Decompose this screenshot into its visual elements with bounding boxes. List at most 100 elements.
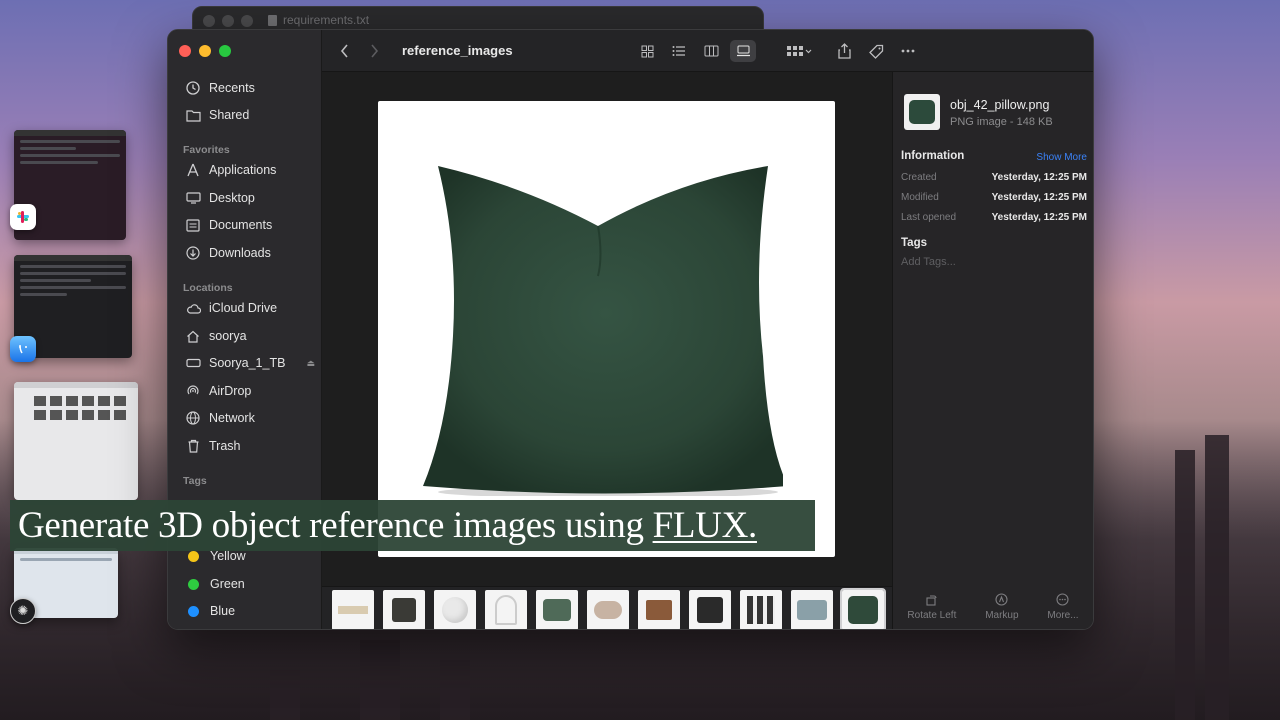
list-view-button[interactable] xyxy=(666,40,692,62)
slack-app-icon[interactable] xyxy=(10,204,36,230)
folder-title: reference_images xyxy=(402,43,513,58)
gallery-thumbnail[interactable] xyxy=(638,590,680,629)
eject-icon[interactable]: ⏏ xyxy=(306,358,315,369)
forward-button[interactable] xyxy=(364,41,384,61)
finder-app-icon[interactable] xyxy=(10,336,36,362)
grid-icon xyxy=(641,45,653,57)
globe-icon xyxy=(185,410,201,426)
sidebar-item-desktop[interactable]: Desktop xyxy=(185,187,315,209)
sidebar-item-shared[interactable]: Shared xyxy=(185,104,315,126)
preview-image[interactable] xyxy=(378,101,835,557)
gallery-thumbnail[interactable] xyxy=(587,590,629,629)
gallery-icon xyxy=(736,45,750,57)
tag-button[interactable] xyxy=(866,41,886,61)
markup-icon xyxy=(995,593,1008,606)
desktop-icon xyxy=(185,190,201,206)
sidebar-item-soorya[interactable]: soorya xyxy=(185,325,315,347)
wallpaper-tower xyxy=(1205,435,1229,720)
sidebar-item-documents[interactable]: Documents xyxy=(185,214,315,236)
sidebar-item-icloud-drive[interactable]: iCloud Drive xyxy=(185,297,315,319)
rotate-left-button[interactable]: Rotate Left xyxy=(907,593,956,621)
info-row-last-opened: Last opened Yesterday, 12:25 PM xyxy=(901,212,1087,223)
sidebar-item-downloads[interactable]: Downloads xyxy=(185,242,315,264)
caption-text: Generate 3D object reference images usin… xyxy=(18,505,758,546)
minimize-button[interactable] xyxy=(199,45,211,57)
window-controls xyxy=(179,45,231,57)
gallery-thumbnail[interactable] xyxy=(434,590,476,629)
tag-icon xyxy=(868,44,883,59)
column-view-button[interactable] xyxy=(698,40,724,62)
background-window-controls xyxy=(203,15,253,27)
share-button[interactable] xyxy=(834,41,854,61)
more-button[interactable]: More... xyxy=(1047,593,1079,621)
ellipsis-icon xyxy=(901,49,915,53)
info-inspector-panel: obj_42_pillow.png PNG image - 148 KB Inf… xyxy=(892,72,1093,629)
pillow-image xyxy=(423,166,783,496)
columns-icon xyxy=(704,45,718,57)
chevron-right-icon xyxy=(370,44,378,58)
sidebar-item-trash[interactable]: Trash xyxy=(185,435,315,457)
sidebar-item-network[interactable]: Network xyxy=(185,407,315,429)
file-kind: PNG image - 148 KB xyxy=(950,116,1053,128)
tag-color-dot xyxy=(188,550,199,562)
quick-actions: Rotate Left Markup More... xyxy=(893,593,1093,621)
sidebar-section-tags: Tags xyxy=(183,475,207,487)
info-row-created: Created Yesterday, 12:25 PM xyxy=(901,172,1087,183)
caption-link-flux[interactable]: FLUX. xyxy=(653,505,758,546)
tag-color-dot xyxy=(188,578,199,590)
clock-icon xyxy=(185,80,201,96)
wallpaper-tower xyxy=(270,670,300,720)
tag-color-dot xyxy=(188,605,199,617)
markup-button[interactable]: Markup xyxy=(985,593,1019,621)
info-row-modified: Modified Yesterday, 12:25 PM xyxy=(901,192,1087,203)
information-header: Information xyxy=(901,150,965,162)
file-name: obj_42_pillow.png xyxy=(950,98,1050,112)
more-actions-button[interactable] xyxy=(898,41,918,61)
sidebar-item-tag-green[interactable]: Green xyxy=(185,573,315,595)
sidebar-item-soorya-1-tb[interactable]: Soorya_1_TB ⏏ xyxy=(185,352,315,374)
gallery-thumbnail[interactable] xyxy=(383,590,425,629)
add-tags-input[interactable] xyxy=(901,256,1081,268)
show-more-link[interactable]: Show More xyxy=(1036,152,1087,163)
back-button[interactable] xyxy=(334,41,354,61)
more-icon xyxy=(1056,593,1070,606)
wallpaper-tower xyxy=(1175,450,1195,720)
cloud-icon xyxy=(185,300,201,316)
finder-toolbar: reference_images xyxy=(322,30,1093,72)
sidebar-item-airdrop[interactable]: AirDrop xyxy=(185,380,315,402)
download-icon xyxy=(185,245,201,261)
sidebar-item-applications[interactable]: Applications xyxy=(185,159,315,181)
gallery-view-button[interactable] xyxy=(730,40,756,62)
share-icon xyxy=(837,43,851,59)
file-thumbnail-icon xyxy=(904,94,940,130)
rotate-left-icon xyxy=(926,595,937,606)
chevron-left-icon xyxy=(340,44,348,58)
gallery-thumbnail[interactable] xyxy=(536,590,578,629)
tags-header: Tags xyxy=(901,237,927,249)
gallery-thumbnail[interactable] xyxy=(689,590,731,629)
wallpaper-tower xyxy=(360,640,400,720)
trash-icon xyxy=(185,438,201,454)
icon-view-button[interactable] xyxy=(634,40,660,62)
view-mode-selector xyxy=(634,40,756,62)
stage-manager-window-3[interactable] xyxy=(14,382,138,500)
airdrop-icon xyxy=(185,383,201,399)
folder-shared-icon xyxy=(185,107,201,123)
gallery-thumbnail-selected[interactable] xyxy=(840,588,886,629)
sidebar-item-tag-blue[interactable]: Blue xyxy=(185,600,315,622)
video-caption-banner: Generate 3D object reference images usin… xyxy=(10,500,815,551)
sidebar-section-favorites: Favorites xyxy=(183,144,230,156)
group-by-button[interactable] xyxy=(782,41,816,61)
group-grid-icon xyxy=(787,46,812,56)
close-button[interactable] xyxy=(179,45,191,57)
chatgpt-app-icon[interactable]: ✺ xyxy=(10,598,36,624)
list-icon xyxy=(672,46,685,56)
gallery-thumbnail[interactable] xyxy=(485,590,527,629)
drive-icon xyxy=(185,355,201,371)
gallery-thumbnail[interactable] xyxy=(791,590,833,629)
gallery-thumbnail[interactable] xyxy=(740,590,782,629)
gallery-thumbnail[interactable] xyxy=(332,590,374,629)
sidebar-item-recents[interactable]: Recents xyxy=(185,77,315,99)
sidebar-section-locations: Locations xyxy=(183,282,233,294)
zoom-button[interactable] xyxy=(219,45,231,57)
